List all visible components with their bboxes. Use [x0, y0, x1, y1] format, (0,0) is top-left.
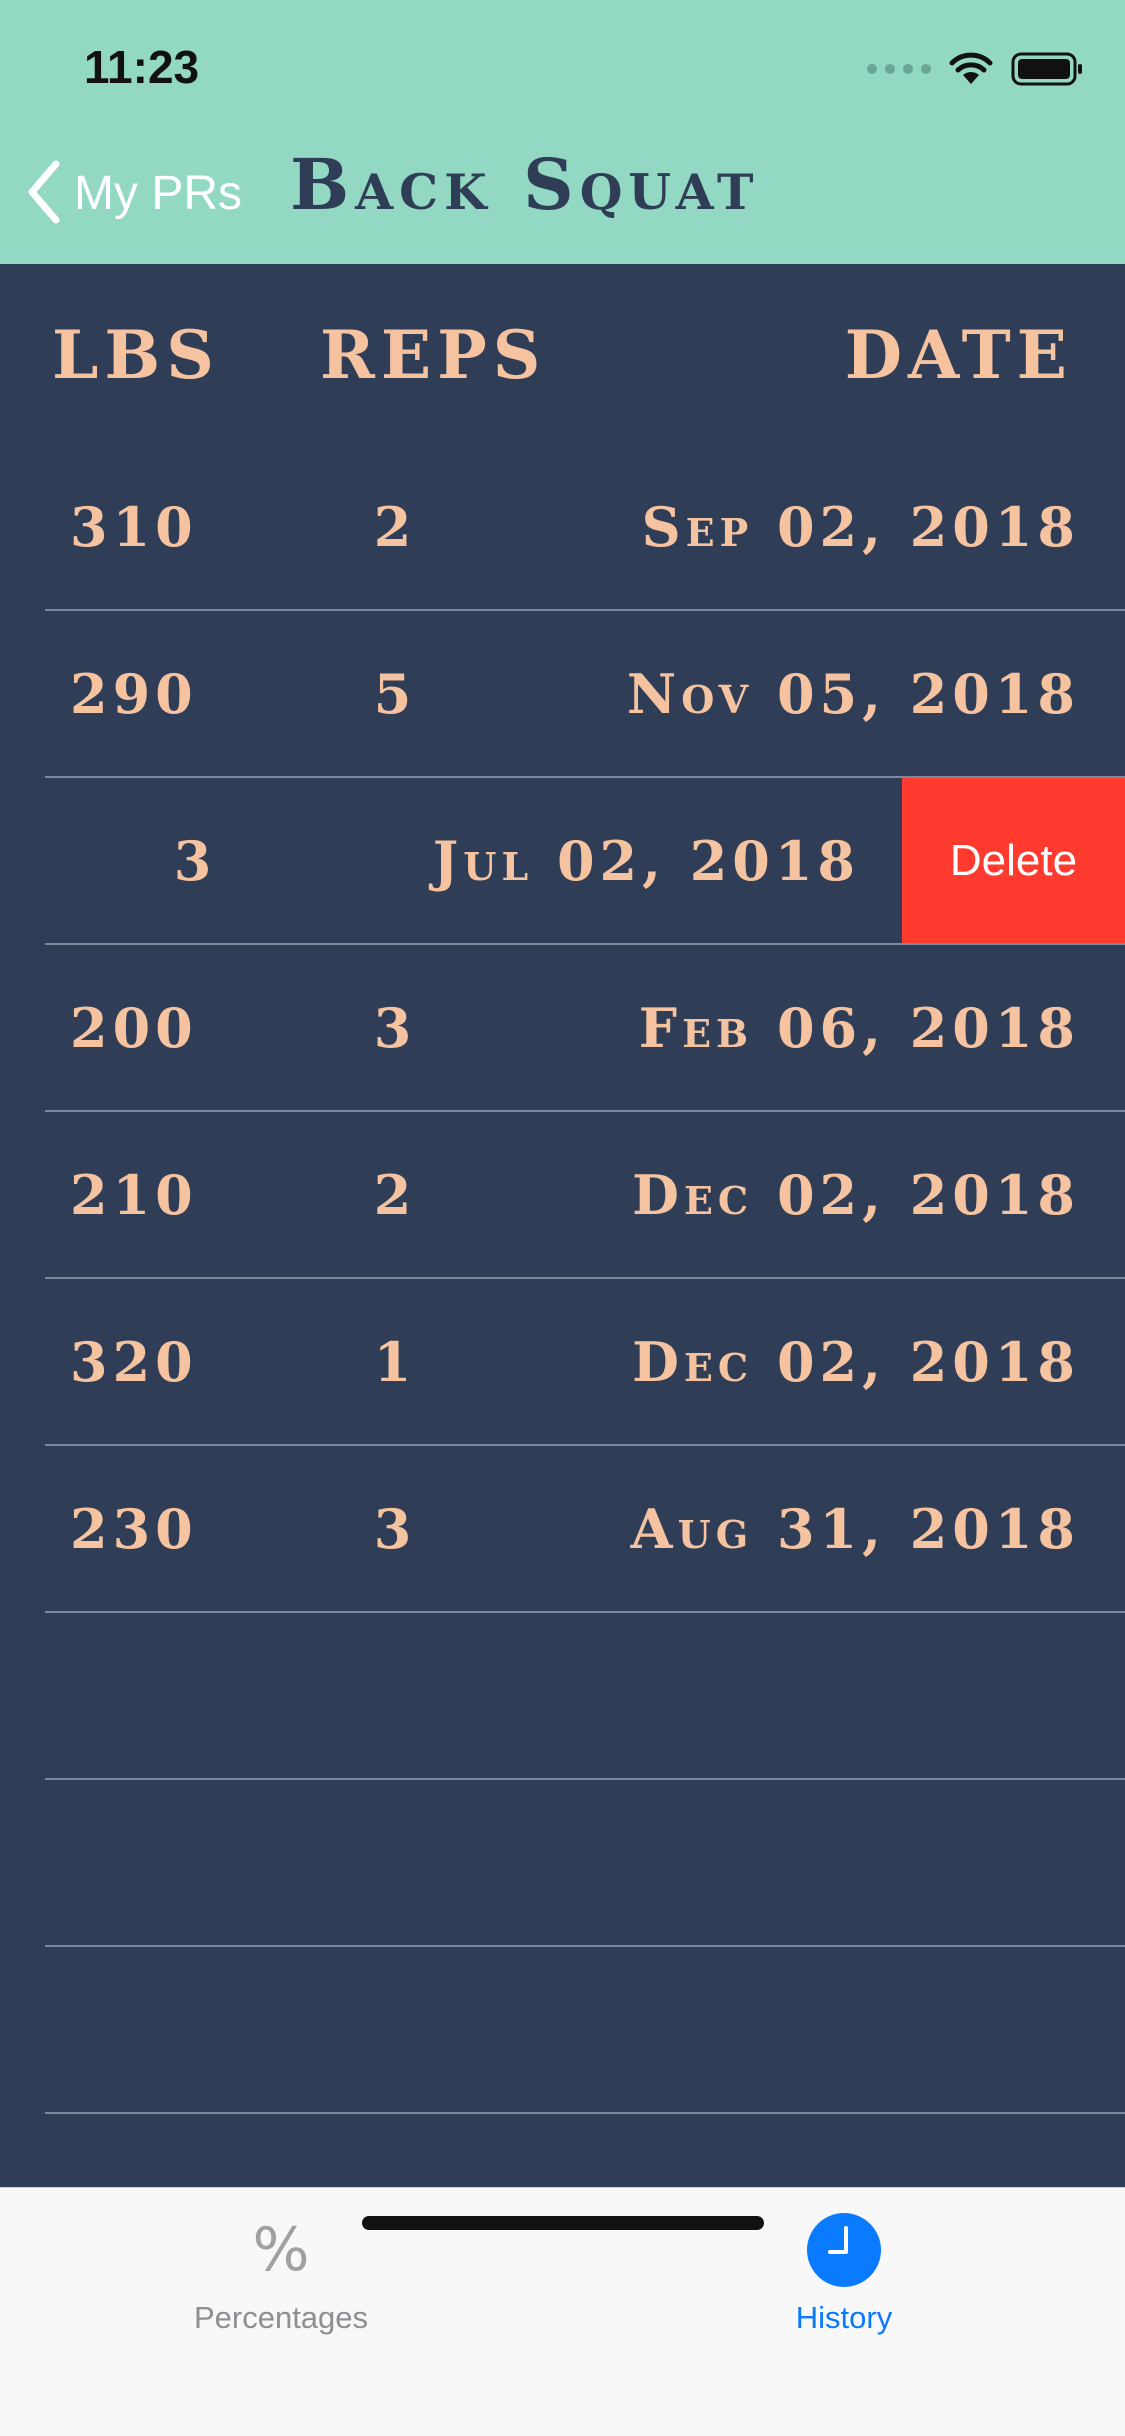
cell-reps: 3 [173, 828, 217, 893]
column-header-lbs: LBS [52, 316, 220, 394]
empty-row [45, 1613, 1125, 1780]
table-row[interactable]: 210 2 Dec 02, 2018 [45, 1112, 1125, 1279]
cell-lbs: 320 [70, 1329, 198, 1394]
page-title: Back Squat [290, 143, 760, 226]
status-time: 11:23 [84, 41, 200, 93]
tab-percentages-label: Percentages [193, 2300, 369, 2335]
cell-reps: 2 [373, 1162, 417, 1227]
cell-lbs: 200 [70, 995, 198, 1060]
percent-icon: % [252, 2215, 310, 2285]
battery-icon [1011, 52, 1085, 86]
column-header-date: DATE [844, 316, 1073, 394]
table-row-swiped[interactable]: 3 Jul 02, 2018 Delete [45, 778, 1125, 945]
cell-reps: 3 [373, 995, 417, 1060]
cell-date: Jul 02, 2018 [432, 828, 860, 893]
cell-lbs: 310 [70, 494, 198, 559]
back-button[interactable]: My PRs [24, 160, 242, 228]
cell-date: Sep 02, 2018 [641, 494, 1080, 559]
empty-row [45, 1947, 1125, 2114]
cell-reps: 1 [373, 1329, 417, 1394]
table-row[interactable]: 200 3 Feb 06, 2018 [45, 945, 1125, 1112]
cell-date: Nov 05, 2018 [626, 661, 1080, 726]
cell-date: Feb 06, 2018 [638, 995, 1080, 1060]
tab-bar: % Percentages History [0, 2187, 1125, 2436]
cell-date: Dec 02, 2018 [632, 1162, 1080, 1227]
cell-date: Dec 02, 2018 [632, 1329, 1080, 1394]
navigation-header: 11:23 My PRs Back Squat [0, 0, 1125, 264]
home-indicator[interactable] [362, 2216, 764, 2230]
cell-reps: 3 [373, 1496, 417, 1561]
table-row[interactable]: 230 3 Aug 31, 2018 [45, 1446, 1125, 1613]
cell-reps: 2 [373, 494, 417, 559]
cell-date: Aug 31, 2018 [630, 1496, 1080, 1561]
empty-row [45, 1780, 1125, 1947]
cell-lbs: 230 [70, 1496, 198, 1561]
table-row[interactable]: 290 5 Nov 05, 2018 [45, 611, 1125, 778]
cell-reps: 5 [373, 661, 417, 726]
cell-lbs: 290 [70, 661, 198, 726]
table-row[interactable]: 320 1 Dec 02, 2018 [45, 1279, 1125, 1446]
tab-history[interactable]: History [563, 2188, 1125, 2358]
column-header-reps: REPS [320, 316, 547, 394]
clock-icon [806, 2212, 882, 2288]
table-row[interactable]: 310 2 Sep 02, 2018 [45, 444, 1125, 611]
screen: 11:23 My PRs Back Squat LBS REPS DATE 31… [0, 0, 1125, 2436]
cellular-signal-icon [867, 64, 931, 74]
column-headers: LBS REPS DATE [0, 264, 1125, 444]
delete-button[interactable]: Delete [902, 778, 1125, 943]
chevron-left-icon [24, 160, 64, 228]
tab-percentages[interactable]: % Percentages [0, 2188, 562, 2358]
history-table: 310 2 Sep 02, 2018 290 5 Nov 05, 2018 3 … [0, 444, 1125, 2114]
back-button-label: My PRs [74, 167, 242, 220]
status-indicators [867, 44, 1085, 94]
tab-history-label: History [795, 2300, 893, 2335]
wifi-icon [949, 52, 993, 86]
cell-lbs: 210 [70, 1162, 198, 1227]
